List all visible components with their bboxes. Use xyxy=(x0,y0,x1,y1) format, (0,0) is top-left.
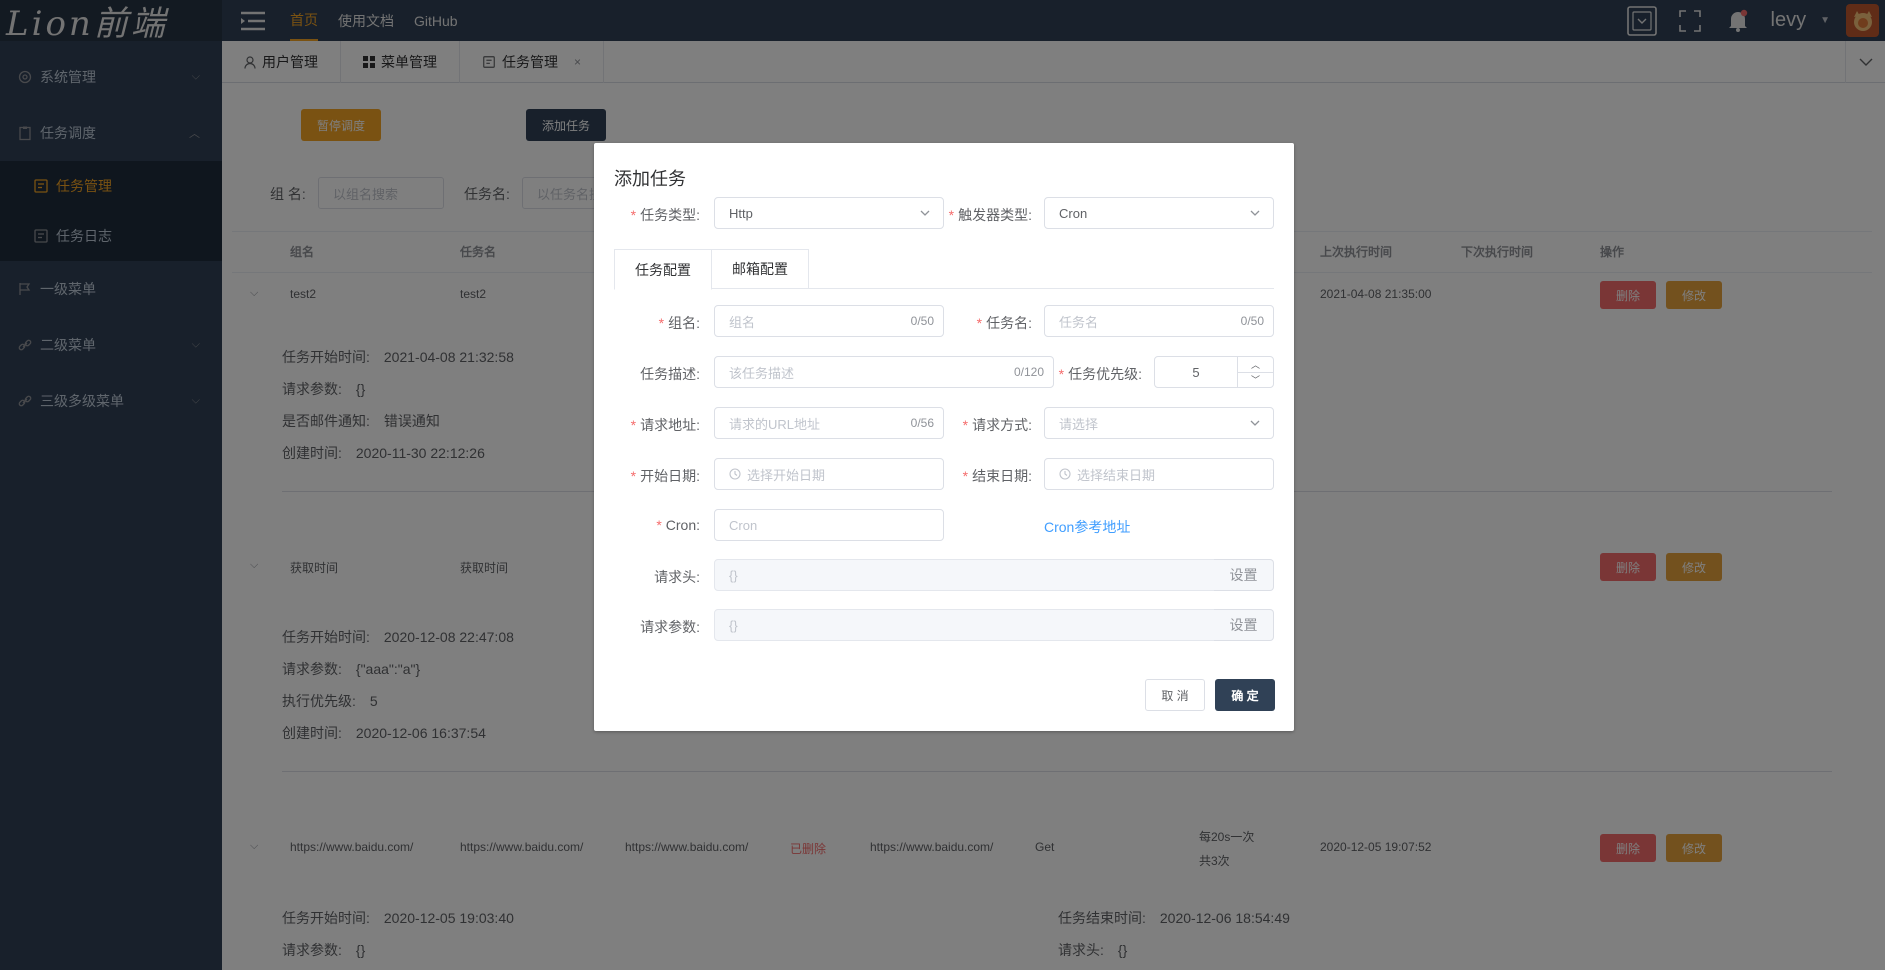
headers-label: 请求头: xyxy=(654,569,700,585)
decrease-icon[interactable]: ﹀ xyxy=(1238,373,1273,388)
task-name-label: * 任务名: xyxy=(976,315,1032,331)
chevron-down-icon xyxy=(1249,207,1261,222)
priority-label: * 任务优先级: xyxy=(1058,366,1142,382)
priority-value: 5 xyxy=(1192,364,1200,380)
headers-input[interactable]: {} xyxy=(714,559,1215,591)
clock-icon xyxy=(729,468,741,480)
desc-input[interactable]: 该任务描述 0/120 xyxy=(714,356,1054,388)
params-set-button[interactable]: 设置 xyxy=(1214,609,1274,641)
trigger-type-label: * 触发器类型: xyxy=(948,207,1032,223)
config-tabs: 任务配置 邮箱配置 xyxy=(614,249,1274,290)
url-label: * 请求地址: xyxy=(630,417,700,433)
clock-icon xyxy=(1059,468,1071,480)
tab-task-config[interactable]: 任务配置 xyxy=(614,249,712,290)
priority-stepper[interactable]: 5 ︿ ﹀ xyxy=(1154,356,1274,388)
method-label: * 请求方式: xyxy=(962,417,1032,433)
method-select[interactable]: 请选择 xyxy=(1044,407,1274,439)
chevron-down-icon xyxy=(1249,417,1261,432)
cron-reference-link[interactable]: Cron参考地址 xyxy=(1044,517,1130,537)
group-input[interactable]: 组名 0/50 xyxy=(714,305,944,337)
increase-icon[interactable]: ︿ xyxy=(1238,357,1273,373)
tab-mail-config[interactable]: 邮箱配置 xyxy=(711,249,809,289)
chevron-down-icon xyxy=(919,207,931,222)
task-name-input[interactable]: 任务名 0/50 xyxy=(1044,305,1274,337)
cron-label: * Cron: xyxy=(656,517,700,533)
end-date-label: * 结束日期: xyxy=(962,468,1032,484)
url-input[interactable]: 请求的URL地址 0/56 xyxy=(714,407,944,439)
desc-label: 任务描述: xyxy=(640,366,700,382)
end-date-picker[interactable]: 选择结束日期 xyxy=(1044,458,1274,490)
start-date-picker[interactable]: 选择开始日期 xyxy=(714,458,944,490)
task-type-label: * 任务类型: xyxy=(630,207,700,223)
headers-set-button[interactable]: 设置 xyxy=(1214,559,1274,591)
task-type-select[interactable]: Http xyxy=(714,197,944,229)
cancel-button[interactable]: 取 消 xyxy=(1145,679,1205,711)
params-label: 请求参数: xyxy=(640,619,700,635)
dialog-title: 添加任务 xyxy=(614,169,686,189)
start-date-label: * 开始日期: xyxy=(630,468,700,484)
group-label: * 组名: xyxy=(658,315,700,331)
trigger-type-select[interactable]: Cron xyxy=(1044,197,1274,229)
add-task-dialog: 添加任务 * 任务类型: Http * 触发器类型: Cron 任务配置 邮箱配置 … xyxy=(594,143,1294,731)
cron-input[interactable]: Cron xyxy=(714,509,944,541)
confirm-button[interactable]: 确 定 xyxy=(1215,679,1275,711)
params-input[interactable]: {} xyxy=(714,609,1215,641)
